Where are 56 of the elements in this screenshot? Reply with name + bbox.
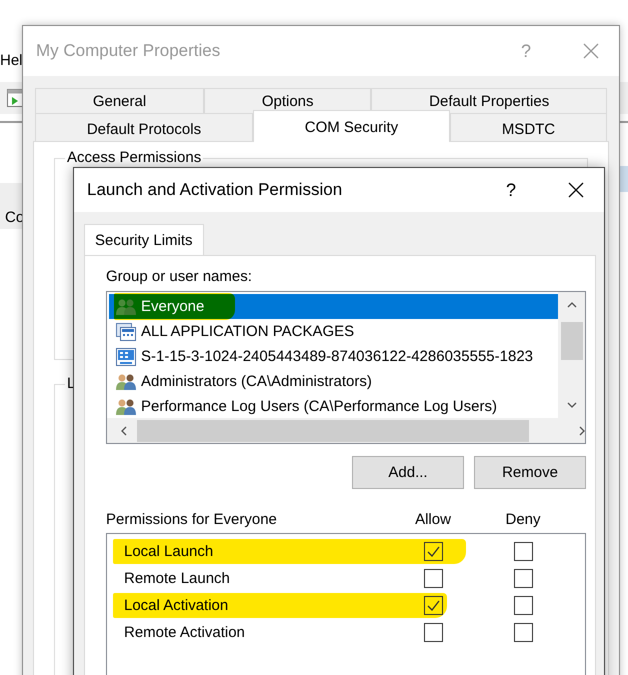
- checkbox[interactable]: [514, 569, 532, 588]
- list-label: Group or user names:: [106, 268, 253, 286]
- window-title: Launch and Activation Permission: [87, 180, 344, 200]
- user-name: Administrators (CA\Administrators): [141, 373, 372, 390]
- people-icon: [116, 398, 136, 416]
- tab[interactable]: Default Protocols: [35, 113, 253, 141]
- help-button[interactable]: ?: [506, 180, 516, 200]
- close-icon[interactable]: [568, 182, 584, 198]
- checkbox[interactable]: [514, 623, 532, 642]
- scrollbar-thumb[interactable]: [137, 420, 529, 442]
- column-header: Deny: [504, 511, 542, 529]
- user-name: S-1-15-3-1024-2405443489-874036122-4286035555-1823: [141, 348, 533, 365]
- permissions-label: Permissions for Everyone: [106, 511, 278, 529]
- dialog-button[interactable]: Remove: [474, 456, 586, 489]
- vertical-scrollbar[interactable]: [558, 292, 585, 418]
- scrollbar-thumb[interactable]: [560, 322, 582, 360]
- tab[interactable]: COM Security: [252, 110, 450, 142]
- checkbox[interactable]: [514, 596, 532, 615]
- checkbox[interactable]: [424, 623, 442, 642]
- scroll-left-icon[interactable]: [121, 426, 127, 436]
- check-icon: [426, 600, 440, 611]
- tab[interactable]: MSDTC: [450, 113, 607, 141]
- people-icon: [116, 372, 136, 390]
- user-name: ALL APPLICATION PACKAGES: [141, 323, 354, 340]
- permission-name: Remote Activation: [124, 624, 246, 641]
- list-item[interactable]: Performance Log Users (CA\Performance Log Users): [109, 394, 558, 418]
- checkbox[interactable]: [514, 542, 532, 561]
- checkbox[interactable]: [424, 569, 442, 588]
- window-icon[interactable]: [7, 89, 23, 107]
- window-title: My Computer Properties: [36, 41, 222, 61]
- horizontal-scrollbar[interactable]: [107, 418, 585, 443]
- user-name: Performance Log Users (CA\Performance Log Users): [141, 398, 497, 415]
- checkbox[interactable]: [424, 596, 442, 615]
- permission-name: Local Activation: [124, 597, 230, 614]
- scroll-right-icon[interactable]: [579, 426, 585, 436]
- checkbox[interactable]: [424, 542, 442, 561]
- column-header: Allow: [414, 511, 452, 529]
- scroll-down-icon[interactable]: [566, 402, 576, 408]
- list-item[interactable]: S-1-15-3-1024-2405443489-874036122-4286035555-1823: [109, 344, 558, 369]
- tab[interactable]: Options: [204, 88, 372, 113]
- list-item[interactable]: Everyone: [109, 294, 558, 319]
- dialog-button[interactable]: Add...: [352, 456, 464, 489]
- window-grid-icon: [116, 348, 136, 366]
- user-name: Everyone: [141, 298, 204, 315]
- permission-name: Local Launch: [124, 543, 214, 560]
- list-item[interactable]: ALL APPLICATION PACKAGES: [109, 319, 558, 344]
- window-grid-icon: [116, 322, 136, 340]
- people-icon: [116, 298, 136, 316]
- tab[interactable]: Security Limits: [84, 224, 204, 255]
- tab[interactable]: Default Properties: [371, 88, 608, 113]
- permission-name: Remote Launch: [124, 570, 231, 587]
- tab[interactable]: General: [35, 88, 204, 113]
- scroll-up-icon[interactable]: [566, 302, 576, 308]
- list-item[interactable]: Administrators (CA\Administrators): [109, 369, 558, 394]
- check-icon: [426, 546, 440, 557]
- menu-item[interactable]: Hel: [0, 52, 23, 69]
